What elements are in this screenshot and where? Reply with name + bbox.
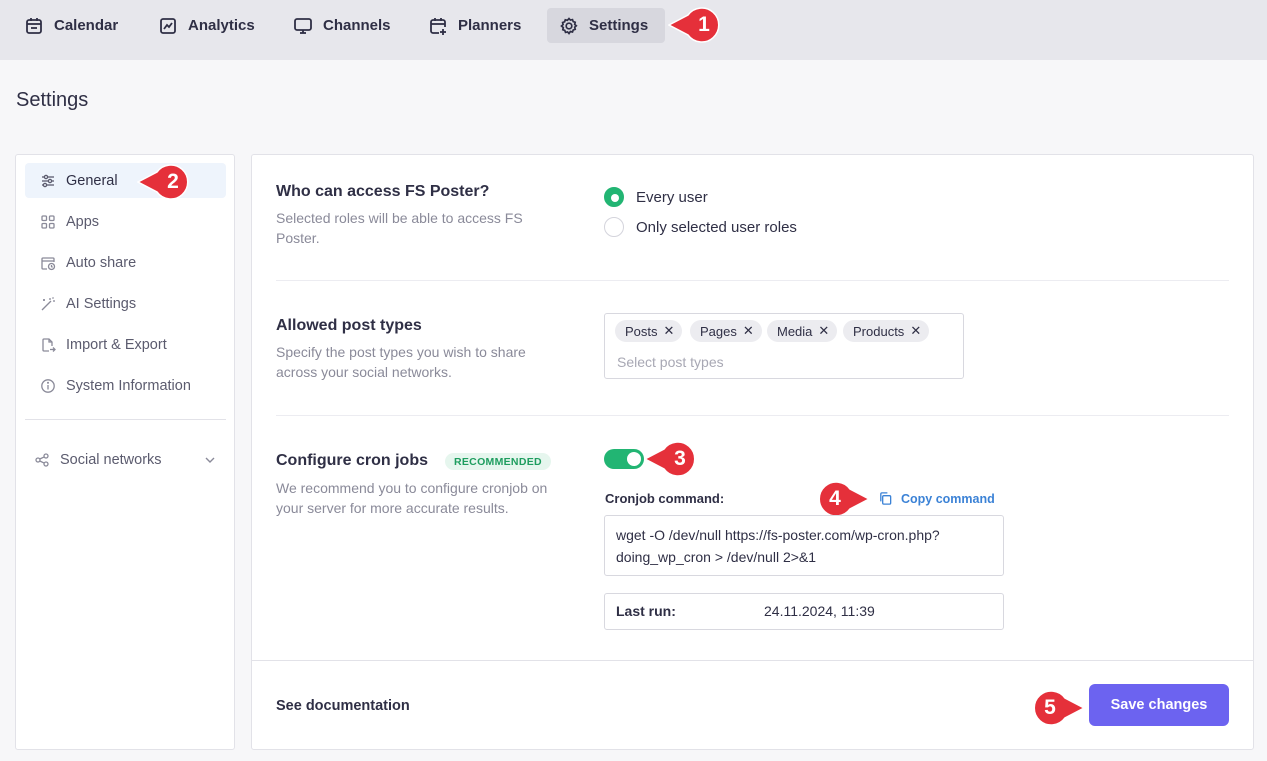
sidebar-item-label: Import & Export	[66, 336, 167, 353]
file-export-icon	[42, 337, 56, 352]
sidebar-group-label: Social networks	[60, 451, 162, 468]
sidebar-item-system-information[interactable]: System Information	[25, 368, 226, 403]
copy-command-label: Copy command	[901, 491, 995, 506]
access-title: Who can access FS Poster?	[276, 183, 490, 200]
cronjob-command-label: Cronjob command:	[605, 491, 725, 506]
info-icon	[41, 378, 55, 393]
sidebar-item-apps[interactable]: Apps	[25, 204, 226, 239]
settings-sidebar: General 2 Apps Auto share AI Settings Im…	[15, 154, 235, 750]
apps-grid-icon	[41, 214, 55, 229]
section-divider	[276, 415, 1229, 416]
sidebar-item-label: Apps	[66, 213, 100, 230]
sidebar-item-label: System Information	[66, 377, 191, 394]
sidebar-group-social-networks[interactable]: Social networks	[25, 442, 226, 477]
save-changes-button[interactable]: Save changes	[1089, 684, 1229, 726]
sidebar-item-auto-share[interactable]: Auto share	[25, 245, 226, 280]
remove-tag-icon[interactable]: ✕	[743, 323, 754, 339]
analytics-icon	[160, 17, 176, 34]
radio-indicator	[604, 217, 624, 237]
sidebar-item-label: AI Settings	[66, 295, 137, 312]
cronjob-command-field[interactable]: wget -O /dev/null https://fs-poster.com/…	[604, 515, 1004, 576]
sidebar-item-label: General	[66, 172, 118, 189]
nav-analytics-label: Analytics	[188, 17, 255, 34]
nav-channels[interactable]: Channels	[281, 8, 403, 43]
step-marker-1: 1	[668, 6, 722, 44]
magic-wand-icon	[41, 296, 55, 310]
sidebar-item-label: Auto share	[66, 254, 137, 271]
panel-footer: See documentation 5 Save changes	[252, 660, 1253, 749]
cron-description: We recommend you to configure cronjob on…	[276, 480, 548, 516]
section-divider	[276, 280, 1229, 281]
share-nodes-icon	[35, 452, 49, 467]
radio-label: Only selected user roles	[636, 218, 797, 236]
see-documentation-link[interactable]: See documentation	[276, 698, 410, 714]
post-types-placeholder[interactable]: Select post types	[617, 354, 724, 370]
tag-products: Products ✕	[843, 320, 930, 342]
sliders-icon	[42, 174, 54, 187]
nav-planners[interactable]: Planners	[416, 8, 533, 43]
nav-calendar[interactable]: Calendar	[12, 8, 130, 43]
sidebar-item-ai-settings[interactable]: AI Settings	[25, 286, 226, 321]
post-types-select[interactable]: Posts ✕ Pages ✕ Media ✕ Products ✕ Selec…	[604, 313, 964, 379]
tag-label: Pages	[700, 323, 737, 339]
tag-posts: Posts ✕	[615, 320, 683, 342]
calendar-plus-icon	[430, 17, 446, 35]
page-title: Settings	[16, 89, 89, 111]
step-marker-2: 2	[137, 163, 191, 201]
radio-every-user[interactable]: Every user	[604, 187, 708, 207]
access-description: Selected roles will be able to access FS…	[276, 210, 523, 246]
tag-media: Media ✕	[767, 320, 838, 342]
tag-label: Posts	[625, 323, 658, 339]
step-marker-5: 5	[1031, 689, 1085, 727]
step-marker-3: 3	[644, 440, 698, 478]
sidebar-item-import-export[interactable]: Import & Export	[25, 327, 226, 362]
step-marker-4: 4	[816, 480, 870, 518]
remove-tag-icon[interactable]: ✕	[910, 323, 921, 339]
top-nav: Calendar Analytics Channels Planners Set…	[0, 0, 1267, 60]
tag-label: Products	[853, 323, 905, 339]
radio-indicator	[604, 187, 624, 207]
nav-planners-label: Planners	[458, 17, 522, 34]
last-run-field: Last run: 24.11.2024, 11:39	[604, 593, 1004, 630]
last-run-value: 24.11.2024, 11:39	[764, 603, 875, 619]
calendar-clock-icon	[41, 256, 56, 270]
post-types-description: Specify the post types you wish to share…	[276, 344, 526, 380]
nav-settings[interactable]: Settings	[547, 8, 665, 43]
sidebar-divider	[25, 419, 226, 420]
remove-tag-icon[interactable]: ✕	[664, 323, 675, 339]
recommended-badge: RECOMMENDED	[445, 453, 551, 470]
post-types-title: Allowed post types	[276, 317, 422, 334]
nav-calendar-label: Calendar	[54, 17, 119, 34]
calendar-icon	[26, 17, 42, 34]
settings-panel: Who can access FS Poster? Selected roles…	[251, 154, 1254, 750]
tag-pages: Pages ✕	[690, 320, 762, 342]
nav-channels-label: Channels	[323, 17, 391, 34]
remove-tag-icon[interactable]: ✕	[818, 323, 829, 339]
copy-icon	[880, 492, 892, 505]
chevron-down-icon	[205, 457, 215, 463]
radio-label: Every user	[636, 188, 708, 206]
copy-command-button[interactable]: Copy command	[878, 491, 995, 506]
nav-analytics[interactable]: Analytics	[146, 8, 267, 43]
cron-title: Configure cron jobs	[276, 452, 428, 469]
gear-icon	[560, 16, 578, 35]
tag-label: Media	[777, 323, 813, 339]
sidebar-item-general[interactable]: General	[25, 163, 226, 198]
nav-settings-label: Settings	[589, 17, 649, 34]
last-run-label: Last run:	[616, 603, 676, 619]
monitor-icon	[294, 17, 312, 34]
radio-selected-roles[interactable]: Only selected user roles	[604, 217, 797, 237]
cron-toggle[interactable]	[604, 449, 644, 469]
